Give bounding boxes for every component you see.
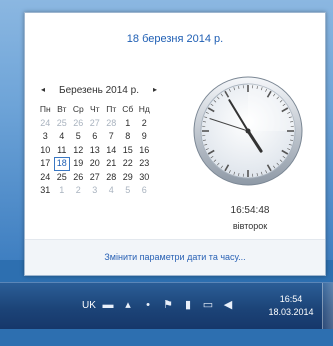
calendar-day[interactable]: 5 bbox=[70, 130, 87, 144]
calendar-day[interactable]: 9 bbox=[136, 130, 153, 144]
calendar-day[interactable]: 5 bbox=[120, 184, 137, 198]
battery-icon[interactable]: ▭ bbox=[200, 297, 216, 313]
calendar-day[interactable]: 31 bbox=[37, 184, 54, 198]
weekday-header: Чт bbox=[87, 103, 104, 117]
current-date-link[interactable]: 18 березня 2014 р. bbox=[25, 33, 325, 45]
show-desktop-button[interactable] bbox=[322, 283, 333, 329]
taskbar-date: 18.03.2014 bbox=[262, 306, 320, 319]
weekday-name: вівторок bbox=[205, 221, 295, 231]
calendar-day[interactable]: 30 bbox=[136, 171, 153, 185]
calendar-day[interactable]: 26 bbox=[70, 117, 87, 131]
calendar-day[interactable]: 14 bbox=[103, 144, 120, 158]
flyout-footer: Змінити параметри дати та часу... bbox=[25, 240, 325, 275]
calendar-day[interactable]: 28 bbox=[103, 117, 120, 131]
calendar-day[interactable]: 28 bbox=[103, 171, 120, 185]
action-center-icon[interactable]: • bbox=[140, 297, 156, 313]
language-indicator[interactable]: UK bbox=[82, 300, 96, 346]
calendar-day[interactable]: 13 bbox=[87, 144, 104, 158]
network-icon[interactable]: ▮ bbox=[180, 297, 196, 313]
calendar-day[interactable]: 23 bbox=[136, 157, 153, 171]
date-time-flyout: 18 березня 2014 р. ◂ Березень 2014 р. ▸ … bbox=[24, 12, 326, 276]
next-month-button[interactable]: ▸ bbox=[149, 85, 161, 94]
calendar-day[interactable]: 27 bbox=[87, 171, 104, 185]
calendar-day[interactable]: 2 bbox=[136, 117, 153, 131]
calendar-day-today[interactable]: 18 bbox=[54, 157, 71, 171]
calendar-day[interactable]: 3 bbox=[37, 130, 54, 144]
calendar-day[interactable]: 27 bbox=[87, 117, 104, 131]
chevron-up-icon[interactable]: ▴ bbox=[120, 297, 136, 313]
change-date-time-settings-link[interactable]: Змінити параметри дати та часу... bbox=[25, 252, 325, 262]
calendar-day[interactable]: 24 bbox=[37, 171, 54, 185]
taskbar-clock[interactable]: 16:54 18.03.2014 bbox=[262, 293, 320, 319]
calendar-day[interactable]: 22 bbox=[120, 157, 137, 171]
flag-icon[interactable]: ⚑ bbox=[160, 297, 176, 313]
calendar-day[interactable]: 15 bbox=[120, 144, 137, 158]
calendar-day[interactable]: 19 bbox=[70, 157, 87, 171]
analog-clock bbox=[192, 75, 304, 187]
calendar-day[interactable]: 11 bbox=[54, 144, 71, 158]
calendar-day[interactable]: 12 bbox=[70, 144, 87, 158]
digital-time: 16:54:48 bbox=[205, 205, 295, 216]
month-label[interactable]: Березень 2014 р. bbox=[51, 85, 147, 96]
calendar-day[interactable]: 17 bbox=[37, 157, 54, 171]
weekday-header: Пн bbox=[37, 103, 54, 117]
weekday-header: Нд bbox=[136, 103, 153, 117]
calendar-day[interactable]: 2 bbox=[70, 184, 87, 198]
calendar-day[interactable]: 6 bbox=[87, 130, 104, 144]
previous-month-button[interactable]: ◂ bbox=[37, 85, 49, 94]
calendar-day[interactable]: 4 bbox=[54, 130, 71, 144]
calendar-day[interactable]: 1 bbox=[120, 117, 137, 131]
calendar-day[interactable]: 1 bbox=[54, 184, 71, 198]
weekday-header: Ср bbox=[70, 103, 87, 117]
calendar-day[interactable]: 16 bbox=[136, 144, 153, 158]
taskbar-time: 16:54 bbox=[262, 293, 320, 306]
calendar-day[interactable]: 24 bbox=[37, 117, 54, 131]
calendar-day[interactable]: 25 bbox=[54, 171, 71, 185]
keyboard-icon[interactable]: ▬ bbox=[100, 297, 116, 313]
weekday-header: Пт bbox=[103, 103, 120, 117]
calendar-day[interactable]: 7 bbox=[103, 130, 120, 144]
calendar-day[interactable]: 8 bbox=[120, 130, 137, 144]
calendar-day[interactable]: 26 bbox=[70, 171, 87, 185]
calendar-day[interactable]: 6 bbox=[136, 184, 153, 198]
taskbar: UK ▬ ▴ • ⚑ ▮ ▭ ◀ 16:54 18.03.2014 bbox=[0, 282, 333, 329]
calendar-day[interactable]: 25 bbox=[54, 117, 71, 131]
calendar-grid: Пн Вт Ср Чт Пт Сб Нд 24 25 26 27 28 1 2 … bbox=[37, 103, 153, 198]
calendar-navigation: ◂ Березень 2014 р. ▸ bbox=[37, 85, 167, 99]
volume-icon[interactable]: ◀ bbox=[220, 297, 236, 313]
calendar-day[interactable]: 29 bbox=[120, 171, 137, 185]
weekday-header: Сб bbox=[120, 103, 137, 117]
calendar-day[interactable]: 4 bbox=[103, 184, 120, 198]
calendar-day[interactable]: 21 bbox=[103, 157, 120, 171]
calendar-day[interactable]: 3 bbox=[87, 184, 104, 198]
weekday-header: Вт bbox=[54, 103, 71, 117]
calendar-day[interactable]: 20 bbox=[87, 157, 104, 171]
calendar-day[interactable]: 10 bbox=[37, 144, 54, 158]
